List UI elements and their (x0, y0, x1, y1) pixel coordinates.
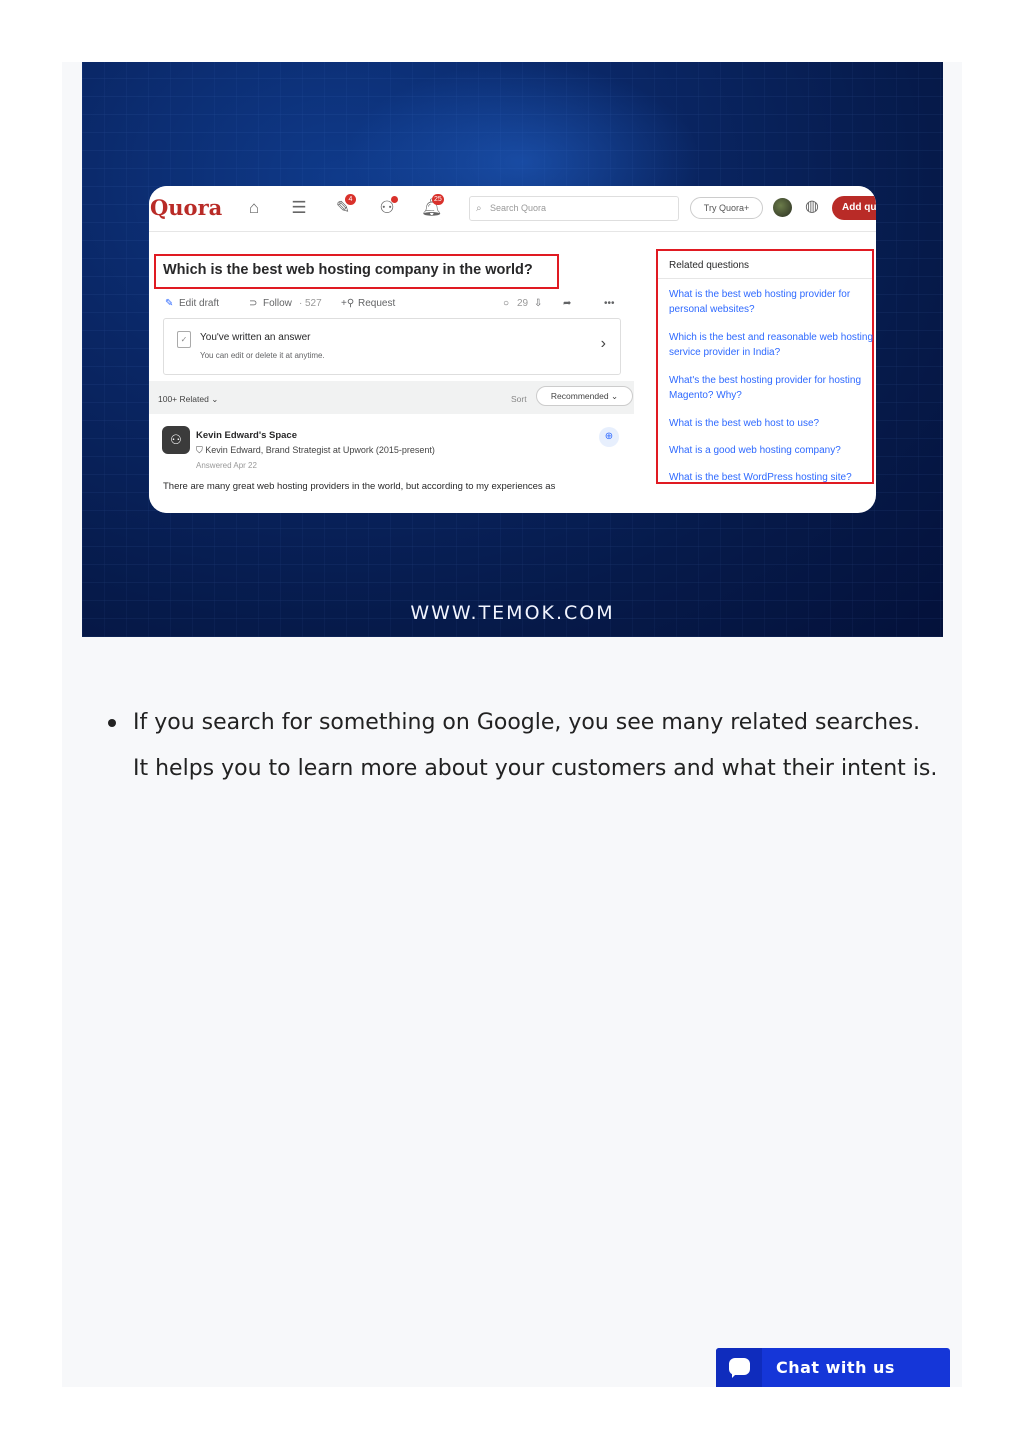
article-content: If you search for something on Google, y… (108, 700, 938, 792)
spaces-dot (391, 196, 398, 203)
question-panel: Which is the best web hosting company in… (149, 246, 634, 513)
related-question-link: What is a good web hosting company? (669, 445, 841, 456)
author-credential: ⛉ Kevin Edward, Brand Strategist at Upwo… (196, 445, 435, 456)
chat-label: Chat with us (776, 1358, 895, 1377)
list-item-text: If you search for something on Google, y… (133, 710, 938, 781)
comment-icon: ○ (503, 298, 510, 309)
chat-with-us-button[interactable]: Chat with us (716, 1348, 950, 1387)
add-question-button: Add qu (832, 196, 876, 220)
request-icon: +⚲ (341, 298, 355, 309)
notifications-badge: 25 (432, 194, 444, 205)
space-name: Kevin Edward's Space (196, 430, 297, 441)
answer-badge: 4 (345, 194, 356, 205)
sort-select: Recommended ⌄ (536, 386, 633, 406)
written-answer-card: ✓ You've written an answer You can edit … (163, 318, 621, 375)
follow-space-icon: ⊕ (599, 427, 619, 447)
related-question-link: What is the best web hosting provider fo… (669, 289, 851, 315)
bullet-icon (108, 719, 116, 727)
share-icon: ➦ (563, 298, 572, 309)
more-icon: ••• (604, 298, 615, 309)
chevron-down-icon: ⌄ (211, 394, 219, 404)
related-count: 100+ Related ⌄ (158, 394, 218, 405)
answer-date: Answered Apr 22 (196, 461, 257, 470)
related-question-link: Which is the best and reasonable web hos… (669, 332, 874, 358)
quora-screenshot: Quora ⌂ ☰ ✎ 4 ⚇ 🔔︎ 25 ⌕ Search Quora Try… (149, 186, 876, 513)
question-actions: ✎ Edit draft ⊃ Follow · 527 +⚲ Request ○… (165, 298, 625, 314)
search-placeholder: Search Quora (490, 203, 547, 213)
quora-topbar: Quora ⌂ ☰ ✎ 4 ⚇ 🔔︎ 25 ⌕ Search Quora Try… (149, 186, 876, 232)
follow-icon: ⊃ (249, 298, 258, 309)
related-questions-panel: Related questions What is the best web h… (656, 249, 874, 484)
related-count-label: 100+ Related (158, 394, 209, 404)
sort-label: Sort (511, 394, 527, 404)
follow-separator: · (299, 298, 303, 309)
list-item: If you search for something on Google, y… (108, 700, 938, 792)
avatar (773, 198, 792, 217)
chat-icon-container[interactable] (716, 1348, 762, 1387)
sort-value: Recommended (550, 391, 609, 401)
written-answer-title: You've written an answer (200, 332, 311, 343)
related-question-link: What is the best WordPress hosting site? (669, 472, 852, 483)
question-title: Which is the best web hosting company in… (163, 262, 533, 278)
related-divider (658, 278, 872, 279)
article-image: Quora ⌂ ☰ ✎ 4 ⚇ 🔔︎ 25 ⌕ Search Quora Try… (82, 62, 943, 637)
related-sort-bar: 100+ Related ⌄ Sort Recommended ⌄ (149, 381, 634, 414)
edit-draft-label: Edit draft (179, 298, 220, 309)
document-icon: ✓ (177, 331, 191, 348)
chevron-down-icon: ⌄ (610, 391, 619, 401)
request-label: Request (358, 298, 396, 309)
bullet-list: If you search for something on Google, y… (108, 700, 938, 792)
edit-icon: ✎ (165, 298, 174, 309)
downvote-icon: ⇩ (534, 298, 543, 309)
written-answer-subtitle: You can edit or delete it at anytime. (200, 351, 325, 360)
search-icon: ⌕ (476, 203, 482, 214)
home-icon: ⌂ (248, 198, 260, 217)
follow-count: 527 (305, 298, 322, 309)
answer-text: There are many great web hosting provide… (163, 481, 556, 492)
try-quora-button: Try Quora+ (690, 197, 763, 219)
search-input: ⌕ Search Quora (469, 196, 679, 221)
globe-icon: ◍ (805, 198, 819, 215)
quora-logo: Quora (150, 195, 223, 220)
follow-label: Follow (263, 298, 292, 309)
shield-icon: ⛉ (196, 445, 206, 455)
following-icon: ☰ (291, 198, 307, 217)
watermark-url: WWW.TEMOK.COM (410, 602, 615, 624)
related-questions-title: Related questions (669, 260, 750, 271)
related-question-link: What is the best web host to use? (669, 418, 820, 429)
related-question-link: What's the best hosting provider for hos… (669, 375, 862, 401)
space-avatar: ⚇ (162, 426, 190, 454)
author-credential-text: Kevin Edward, Brand Strategist at Upwork… (205, 445, 435, 455)
chat-bubble-tail (732, 1373, 737, 1378)
comment-count: 29 (517, 298, 529, 309)
chevron-right-icon: › (600, 335, 606, 352)
